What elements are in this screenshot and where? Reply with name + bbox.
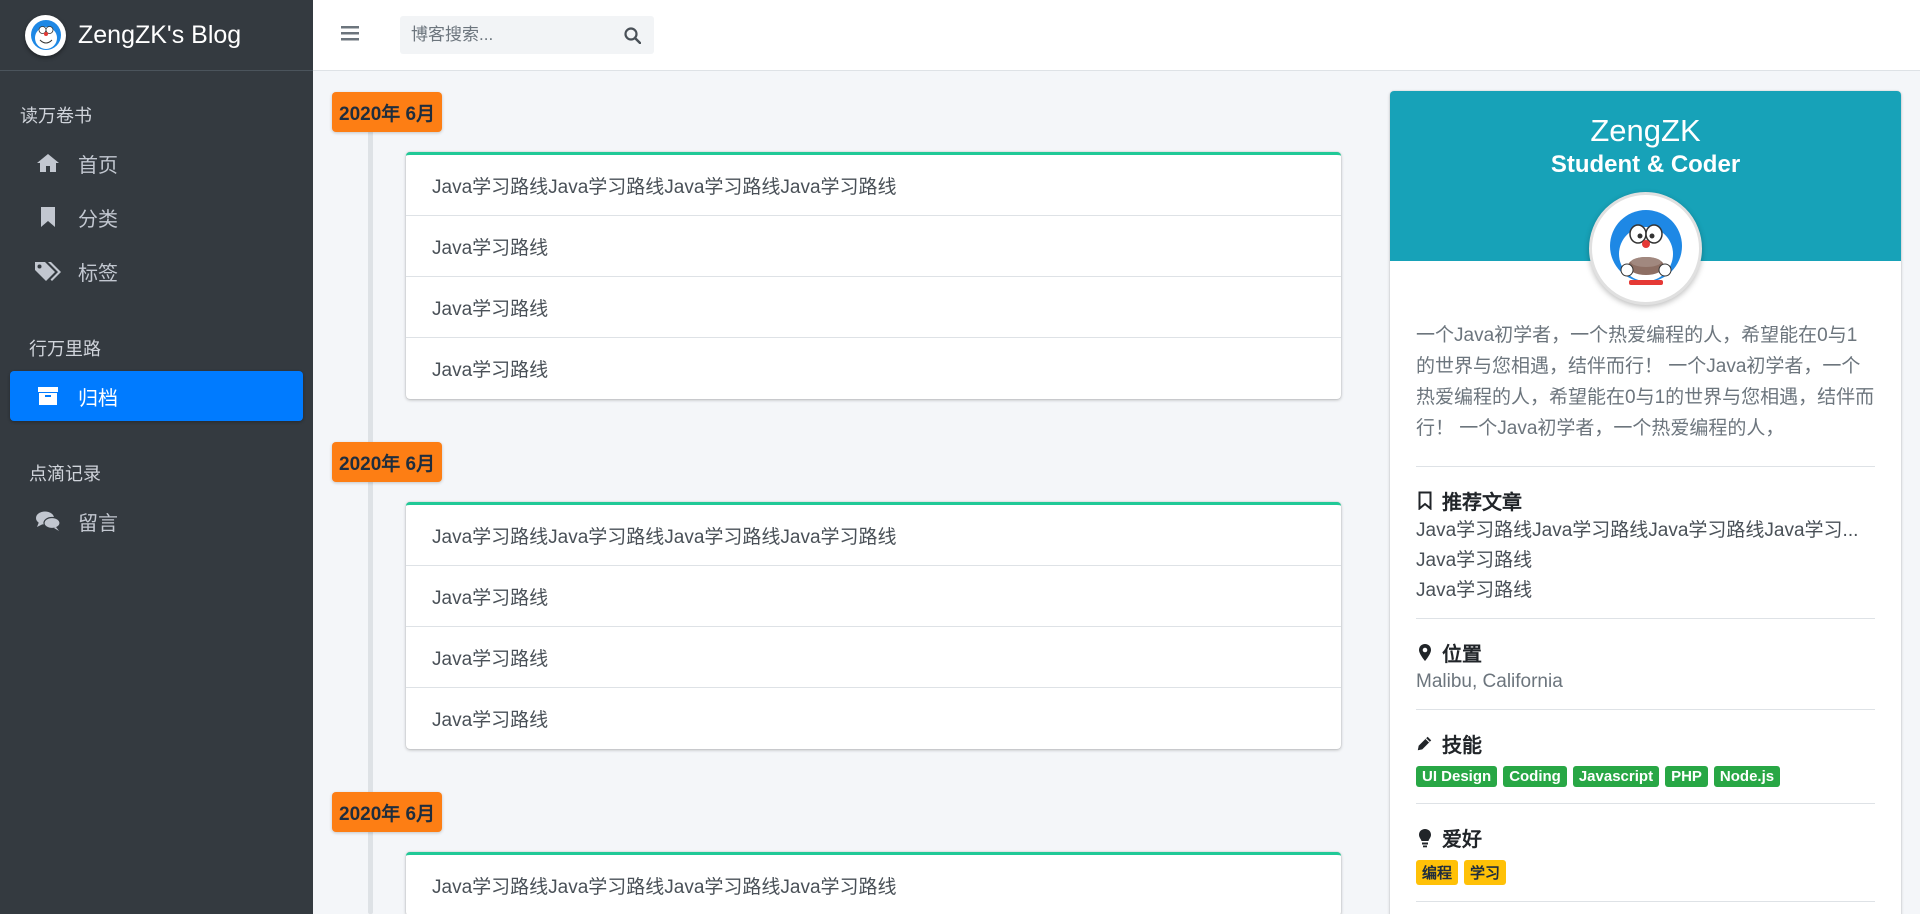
sidebar: ZengZK's Blog 读万卷书 首页 分类 标签 行万里路 归档 点滴记录… (0, 0, 313, 914)
divider (1416, 803, 1875, 804)
sidebar-item-home[interactable]: 首页 (10, 138, 303, 188)
nav-header-reading: 读万卷书 (20, 106, 92, 126)
doraemon-avatar-icon (1609, 209, 1682, 285)
nav-header-travel: 行万里路 (29, 339, 101, 359)
skills-title: 技能 (1442, 735, 1482, 757)
profile-body: 一个Java初学者，一个热爱编程的人，希望能在0与1的世界与您相遇，结伴而行！ … (1390, 320, 1901, 914)
sidebar-item-messages[interactable]: 留言 (10, 496, 303, 546)
post-list-card: Java学习路线Java学习路线Java学习路线Java学习路线 (406, 852, 1341, 914)
avatar (1589, 192, 1702, 305)
hobby-badge: 编程 (1416, 860, 1459, 885)
sidebar-item-label: 分类 (78, 208, 118, 231)
divider (1416, 901, 1875, 902)
recommended-post-link[interactable]: Java学习路线 (1416, 546, 1875, 576)
timeline-label: 2020年 6月 (332, 92, 443, 132)
post-link[interactable]: Java学习路线 (406, 688, 1341, 749)
sidebar-item-categories[interactable]: 分类 (10, 192, 303, 242)
sidebar-item-label: 归档 (78, 387, 118, 410)
bookmark-icon (34, 206, 62, 228)
profile-bio: 一个Java初学者，一个热爱编程的人，希望能在0与1的世界与您相遇，结伴而行！ … (1416, 325, 1875, 439)
search-box (400, 16, 654, 54)
hobby-badge: 学习 (1464, 860, 1507, 885)
comments-icon (34, 510, 62, 532)
search-button[interactable] (610, 26, 654, 44)
timeline-label: 2020年 6月 (332, 792, 443, 832)
location-value: Malibu, California (1416, 671, 1563, 692)
recommended-title: 推荐文章 (1442, 492, 1522, 514)
location-title: 位置 (1442, 644, 1482, 666)
skill-badge: Node.js (1713, 766, 1781, 787)
doraemon-logo-icon (30, 20, 61, 50)
location-heading: 位置 (1416, 638, 1875, 667)
hobbies-tags: 编程 学习 (1416, 860, 1875, 885)
post-list-card: Java学习路线Java学习路线Java学习路线Java学习路线 Java学习路… (406, 502, 1341, 749)
profile-name: ZengZK (1590, 113, 1701, 148)
recommended-heading: 推荐文章 (1416, 486, 1875, 515)
archive-icon (34, 386, 62, 406)
hamburger-icon (341, 26, 359, 41)
tags-icon (34, 260, 62, 282)
skills-tags: UI Design Coding Javascript PHP Node.js (1416, 766, 1875, 787)
skill-badge: PHP (1665, 766, 1708, 787)
map-marker-icon (1416, 643, 1433, 662)
post-link[interactable]: Java学习路线Java学习路线Java学习路线Java学习路线 (406, 855, 1341, 914)
post-link[interactable]: Java学习路线 (406, 338, 1341, 399)
divider (1416, 709, 1875, 710)
search-icon (623, 26, 641, 44)
lightbulb-icon (1416, 828, 1433, 848)
brand-logo (25, 14, 66, 56)
hobbies-heading: 爱好 (1416, 823, 1875, 852)
search-input[interactable] (400, 25, 610, 45)
post-list-card: Java学习路线Java学习路线Java学习路线Java学习路线 Java学习路… (406, 152, 1341, 399)
recommended-list: Java学习路线Java学习路线Java学习路线Java学习... Java学习… (1416, 516, 1875, 606)
sidebar-item-label: 首页 (78, 154, 118, 177)
post-link[interactable]: Java学习路线Java学习路线Java学习路线Java学习路线 (406, 505, 1341, 566)
skill-badge: Javascript (1572, 766, 1660, 787)
sidebar-item-tags[interactable]: 标签 (10, 246, 303, 296)
post-link[interactable]: Java学习路线 (406, 566, 1341, 627)
bookmark-outline-icon (1416, 491, 1433, 510)
nav-header-records: 点滴记录 (29, 464, 101, 484)
profile-card: ZengZK Student & Coder 一个Java初学者，一个热爱编程的… (1390, 91, 1901, 914)
post-link[interactable]: Java学习路线Java学习路线Java学习路线Java学习路线 (406, 155, 1341, 216)
skill-badge: UI Design (1416, 766, 1498, 787)
divider (1416, 618, 1875, 619)
menu-toggle-button[interactable] (341, 25, 359, 47)
skills-heading: 技能 (1416, 729, 1875, 758)
pencil-icon (1416, 734, 1433, 753)
hobbies-title: 爱好 (1442, 829, 1482, 851)
timeline-label: 2020年 6月 (332, 442, 443, 482)
skill-badge: Coding (1503, 766, 1567, 787)
sidebar-item-label: 留言 (78, 512, 118, 535)
profile-role: Student & Coder (1550, 151, 1741, 178)
sidebar-item-label: 标签 (78, 262, 118, 285)
sidebar-item-archive[interactable]: 归档 (10, 371, 303, 421)
post-link[interactable]: Java学习路线 (406, 627, 1341, 688)
post-link[interactable]: Java学习路线 (406, 277, 1341, 338)
home-icon (34, 152, 62, 174)
post-link[interactable]: Java学习路线 (406, 216, 1341, 277)
recommended-post-link[interactable]: Java学习路线 (1416, 576, 1875, 606)
divider (1416, 466, 1875, 467)
brand-title: ZengZK's Blog (78, 20, 242, 49)
brand-link[interactable]: ZengZK's Blog (0, 0, 313, 71)
recommended-post-link[interactable]: Java学习路线Java学习路线Java学习路线Java学习... (1416, 516, 1875, 546)
topbar (313, 0, 1920, 71)
